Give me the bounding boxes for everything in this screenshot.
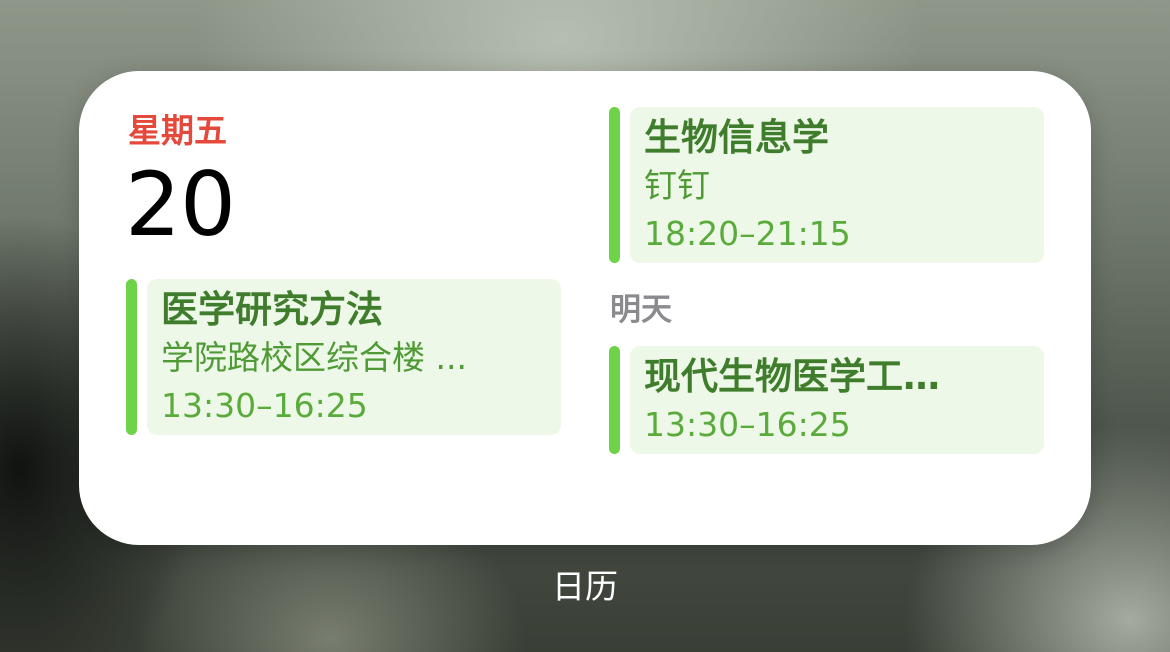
event-title: 医学研究方法	[161, 288, 383, 331]
event-title: 现代生物医学工…	[644, 355, 940, 398]
widget-app-name: 日历	[552, 567, 618, 606]
event-item[interactable]: 医学研究方法 学院路校区综合楼 ... 13:30–16:25	[126, 279, 561, 435]
event-card: 现代生物医学工… 13:30–16:25	[630, 346, 1044, 454]
event-color-bar	[126, 279, 137, 435]
event-card: 生物信息学 钉钉 18:20–21:15	[630, 107, 1044, 263]
event-time: 18:20–21:15	[644, 214, 851, 253]
weekday-label: 星期五	[128, 111, 227, 150]
event-time: 13:30–16:25	[644, 405, 851, 444]
event-color-bar	[609, 346, 620, 454]
event-time: 13:30–16:25	[161, 386, 368, 425]
event-location: 学院路校区综合楼 ...	[161, 338, 467, 377]
event-color-bar	[609, 107, 620, 263]
event-item[interactable]: 生物信息学 钉钉 18:20–21:15	[609, 107, 1044, 263]
tomorrow-label: 明天	[610, 292, 672, 328]
event-location: 钉钉	[644, 166, 710, 205]
event-card: 医学研究方法 学院路校区综合楼 ... 13:30–16:25	[147, 279, 561, 435]
event-item[interactable]: 现代生物医学工… 13:30–16:25	[609, 346, 1044, 454]
calendar-widget[interactable]: 星期五 20 医学研究方法 学院路校区综合楼 ... 13:30–16:25 生…	[79, 71, 1091, 545]
event-title: 生物信息学	[644, 116, 829, 159]
day-number: 20	[125, 153, 236, 256]
